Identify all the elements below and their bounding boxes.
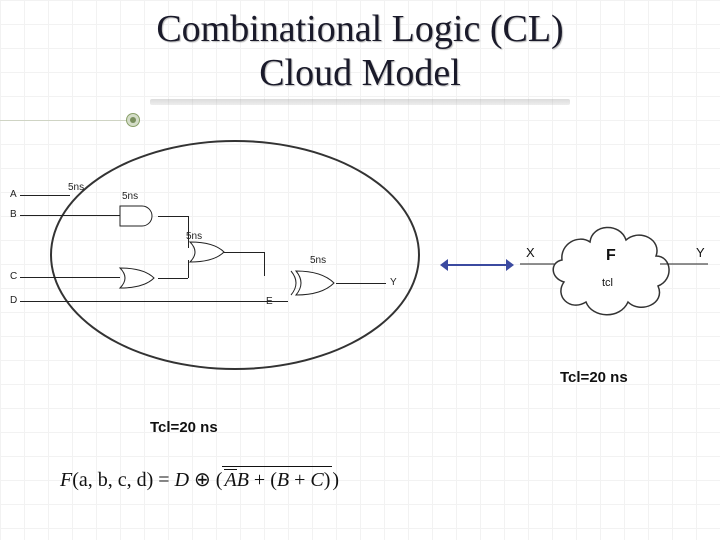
- circuit-ellipse: [50, 140, 420, 370]
- output-y-label: Y: [390, 278, 397, 288]
- equivalence-arrow-icon: [440, 258, 514, 272]
- delay-g2: 5ns: [122, 192, 138, 202]
- formula-Abar: A: [224, 470, 236, 490]
- formula-B1: B: [237, 469, 249, 491]
- xor-gate-icon: [288, 268, 342, 298]
- and-gate-icon: [118, 204, 162, 228]
- tcl-annotation-left: Tcl=20 ns: [150, 420, 218, 435]
- cloud-icon: [520, 200, 710, 340]
- bullet-icon: [126, 113, 140, 127]
- input-b-label: B: [10, 210, 17, 220]
- cloud-f-label: F: [606, 248, 616, 264]
- wire: [158, 216, 188, 217]
- formula-args: (a, b, c, d): [72, 469, 153, 491]
- wire: [20, 301, 188, 302]
- title-shadow: [150, 99, 570, 105]
- wire: [336, 283, 386, 284]
- input-c-label: C: [10, 272, 17, 282]
- or-gate-icon: [118, 266, 162, 290]
- formula: F(a, b, c, d) = D ⊕ (AB + (B + C)): [60, 470, 339, 490]
- cloud-tcl-label: tcl: [602, 278, 613, 289]
- node-e-label: E: [266, 297, 273, 307]
- delay-g1: 5ns: [68, 183, 84, 193]
- formula-C: C: [310, 469, 323, 491]
- formula-plus2: +: [289, 469, 310, 491]
- formula-eq: =: [153, 469, 174, 491]
- input-a-label: A: [10, 190, 17, 200]
- tcl-annotation-right: Tcl=20 ns: [560, 370, 628, 385]
- gate-circuit: A B C D 5ns 5ns 5ns E 5ns Y: [10, 140, 440, 380]
- cloud-x-label: X: [526, 246, 535, 259]
- formula-F: F: [60, 469, 72, 491]
- formula-D: D: [175, 469, 189, 491]
- formula-outer-bar: AB + (B + C): [222, 470, 332, 490]
- wire: [20, 195, 70, 196]
- cloud-y-label: Y: [696, 246, 705, 259]
- wire: [20, 277, 120, 278]
- bullet-rule: [0, 120, 130, 121]
- formula-B2: B: [277, 469, 289, 491]
- wire: [264, 252, 265, 276]
- wire: [188, 301, 288, 302]
- title-line2: Cloud Model: [259, 52, 461, 94]
- slide-title: Combinational Logic (CL) Cloud Model: [0, 4, 720, 107]
- delay-g5: 5ns: [310, 256, 326, 266]
- input-d-label: D: [10, 296, 17, 306]
- formula-plus: +: [249, 469, 270, 491]
- title-line1: Combinational Logic (CL): [156, 8, 563, 50]
- wire: [224, 252, 264, 253]
- wire: [20, 215, 120, 216]
- formula-xor: ⊕: [189, 469, 216, 491]
- wire: [158, 278, 188, 279]
- cloud-model: X F tcl Y: [520, 200, 710, 340]
